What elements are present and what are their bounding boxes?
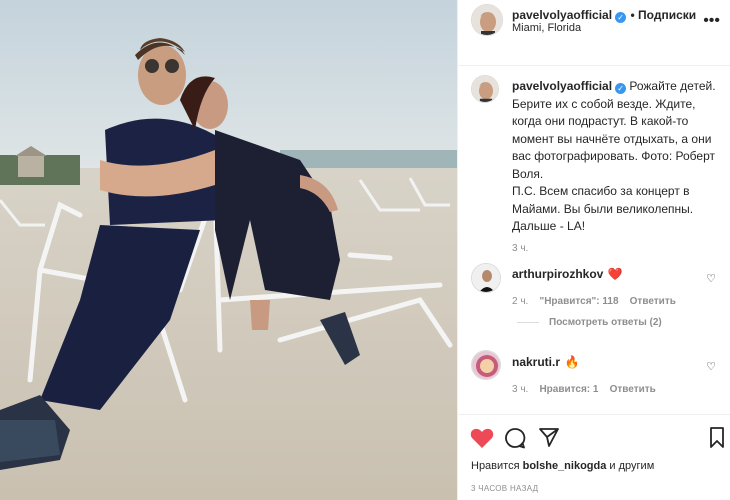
caption-text-line: вас фотографировать. Фото: Роберт <box>512 149 715 163</box>
author-username[interactable]: pavelvolyaofficial <box>512 8 612 22</box>
comment-avatar-image <box>472 264 500 292</box>
liked-by: Нравится bolshe_nikogda и другим <box>471 460 654 472</box>
post-side-panel: pavelvolyaofficial ✓ • Подписки Miami, Fl… <box>457 0 730 500</box>
author-avatar[interactable] <box>471 4 503 36</box>
post-location[interactable]: Miami, Florida <box>512 22 581 34</box>
follow-button[interactable]: • Подписки <box>631 8 697 22</box>
comment-username[interactable]: arthurpirozhkov <box>512 267 603 281</box>
comment-likes[interactable]: "Нравится": 118 <box>539 296 618 307</box>
comment-meta: 2 ч. "Нравится": 118 Ответить <box>512 296 676 307</box>
post-actions: Нравится bolshe_nikogda и другим 3 ЧАСОВ… <box>458 414 730 500</box>
comment-likes[interactable]: Нравится: 1 <box>539 384 598 395</box>
comment-avatar[interactable] <box>471 350 501 380</box>
verified-badge-icon: ✓ <box>615 12 627 23</box>
comment-row: nakruti.r 🔥 <box>512 353 579 371</box>
comment-reply-button[interactable]: Ответить <box>630 296 676 307</box>
share-icon[interactable] <box>538 426 560 448</box>
view-replies-label[interactable]: Посмотреть ответы (2) <box>549 317 662 328</box>
caption-line: pavelvolyaofficial ✓ Рожайте детей. <box>512 78 724 96</box>
caption-text-line: Рожайте детей. <box>629 79 716 93</box>
beach-photo-illustration <box>0 0 457 500</box>
liked-by-user[interactable]: bolshe_nikogda <box>523 460 607 472</box>
comment-avatar[interactable] <box>471 263 501 293</box>
post-timestamp[interactable]: 3 ЧАСОВ НАЗАД <box>471 484 538 493</box>
verified-badge-icon: ✓ <box>615 83 627 94</box>
liked-by-suffix[interactable]: и другим <box>609 460 654 472</box>
caption-text-line: Майами. Вы были великолепны. <box>512 201 694 216</box>
comment-like-heart-icon[interactable]: ♡ <box>706 272 716 285</box>
comment-icon[interactable] <box>504 427 526 449</box>
comment-reply-button[interactable]: Ответить <box>610 384 656 395</box>
comment-like-heart-icon[interactable]: ♡ <box>706 360 716 373</box>
post-header: pavelvolyaofficial ✓ • Подписки Miami, Fl… <box>458 0 730 66</box>
comment-time[interactable]: 2 ч. <box>512 296 528 307</box>
caption-username[interactable]: pavelvolyaofficial <box>512 79 612 93</box>
comment-username[interactable]: nakruti.r <box>512 355 560 369</box>
post-photo[interactable] <box>0 0 457 500</box>
caption-avatar-image <box>472 76 498 102</box>
caption-time[interactable]: 3 ч. <box>512 243 528 254</box>
comment-meta: 3 ч. Нравится: 1 Ответить <box>512 384 656 395</box>
view-replies[interactable]: Посмотреть ответы (2) <box>517 317 662 328</box>
comment-text: ❤️ <box>607 267 623 281</box>
comment-text: 🔥 <box>564 355 580 369</box>
liked-by-prefix: Нравится <box>471 460 520 472</box>
save-bookmark-icon[interactable] <box>709 427 725 449</box>
comment-time[interactable]: 3 ч. <box>512 384 528 395</box>
caption-text-line: Берите их с собой везде. Ждите, <box>512 96 696 111</box>
caption-author-avatar[interactable] <box>471 75 499 103</box>
post-caption: pavelvolyaofficial ✓ Рожайте детей. Берит… <box>512 78 724 236</box>
caption-text-line: П.С. Всем спасибо за концерт в <box>512 184 690 198</box>
more-horizontal-icon[interactable]: ••• <box>703 12 720 30</box>
comment-avatar-image <box>472 351 500 379</box>
replies-divider <box>517 321 539 323</box>
caption-text-line: Воля. <box>512 166 544 181</box>
caption-text-line: когда они подрастут. В какой-то <box>512 114 689 128</box>
like-heart-icon[interactable] <box>470 427 494 449</box>
comment-row: arthurpirozhkov ❤️ <box>512 265 623 283</box>
caption-text-line: момент вы начнёте отдыхать, а они <box>512 131 712 146</box>
author-avatar-image <box>472 5 502 35</box>
caption-text-line: Дальше - LA! <box>512 219 586 233</box>
